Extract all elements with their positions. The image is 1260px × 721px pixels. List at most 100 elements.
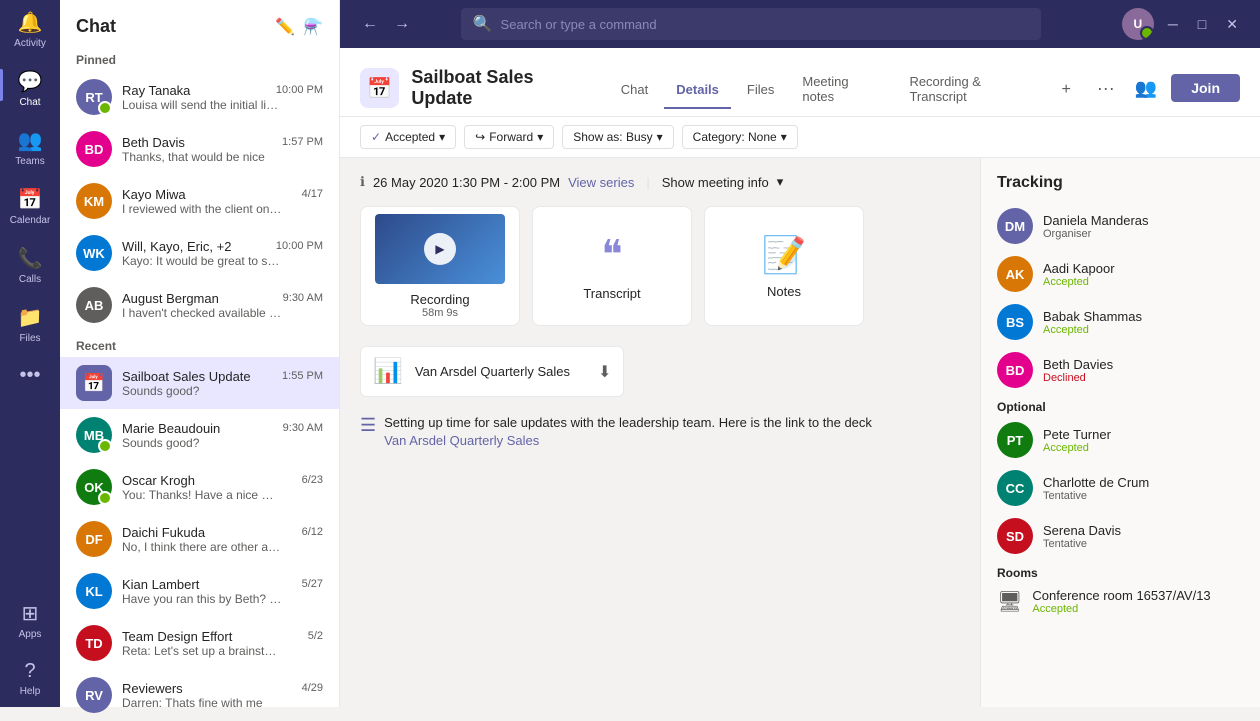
meeting-tabs: Chat Details Files Meeting notes Recordi… <box>609 64 1079 116</box>
show-as-button[interactable]: Show as: Busy ▾ <box>562 125 673 149</box>
meeting-icon: 📅 <box>360 68 399 108</box>
play-button[interactable]: ▶ <box>424 233 456 265</box>
recording-thumbnail: ▶ <box>375 214 505 284</box>
chat-preview: I haven't checked available times yet <box>122 306 282 320</box>
activity-icon: 🔔 <box>18 10 43 35</box>
tab-details[interactable]: Details <box>664 72 731 109</box>
tab-recording[interactable]: Recording & Transcript <box>897 64 1049 116</box>
sidebar-item-files[interactable]: 📁 Files <box>0 295 60 354</box>
maximize-button[interactable]: □ <box>1192 16 1212 32</box>
avatar: KL <box>76 573 112 609</box>
minimize-button[interactable]: ─ <box>1162 16 1184 32</box>
avatar: KM <box>76 183 112 219</box>
chat-item-beth-davis[interactable]: BD Beth Davis 1:57 PM Thanks, that would… <box>60 123 339 175</box>
category-label: Category: None <box>693 130 777 144</box>
sidebar-item-calendar[interactable]: 📅 Calendar <box>0 177 60 236</box>
chat-item-oscar[interactable]: OK Oscar Krogh 6/23 You: Thanks! Have a … <box>60 461 339 513</box>
chat-item-team-design[interactable]: TD Team Design Effort 5/2 Reta: Let's se… <box>60 617 339 669</box>
chat-preview: I reviewed with the client on Tuesda... <box>122 202 282 216</box>
chat-preview: Have you ran this by Beth? Make sure she… <box>122 592 282 606</box>
transcript-card[interactable]: ❝ Transcript <box>532 206 692 326</box>
sidebar-item-help[interactable]: ? Help <box>0 650 60 707</box>
user-avatar[interactable]: U <box>1122 8 1154 40</box>
attendee-status: Tentative <box>1043 490 1244 502</box>
chat-name: Reviewers <box>122 681 183 696</box>
chat-time: 4/29 <box>302 682 323 694</box>
show-meeting-info-button[interactable]: Show meeting info <box>662 175 769 190</box>
chat-item-sailboat[interactable]: 📅 Sailboat Sales Update 1:55 PM Sounds g… <box>60 357 339 409</box>
attendee-name: Daniela Manderas <box>1043 213 1244 228</box>
message-link[interactable]: Van Arsdel Quarterly Sales <box>384 433 872 448</box>
sidebar-item-chat[interactable]: 💬 Chat <box>0 59 60 118</box>
chat-item-group[interactable]: WK Will, Kayo, Eric, +2 10:00 PM Kayo: I… <box>60 227 339 279</box>
sidebar-item-apps[interactable]: ⊞ Apps <box>0 591 60 650</box>
avatar: AB <box>76 287 112 323</box>
chat-list-header: Chat ✏️ ⚗️ <box>60 0 339 45</box>
sidebar-item-teams[interactable]: 👥 Teams <box>0 118 60 177</box>
notes-card[interactable]: 📝 Notes <box>704 206 864 326</box>
accepted-label: Accepted <box>385 130 435 144</box>
forward-button[interactable]: → <box>388 10 416 38</box>
chat-time: 5/27 <box>302 578 323 590</box>
chat-item-august-bergman[interactable]: AB August Bergman 9:30 AM I haven't chec… <box>60 279 339 331</box>
nav-buttons: ← → <box>356 10 416 38</box>
sidebar: 🔔 Activity 💬 Chat 👥 Teams 📅 Calendar 📞 C… <box>0 0 60 707</box>
view-series-link[interactable]: View series <box>568 175 634 190</box>
chat-preview: No, I think there are other alternatives… <box>122 540 282 554</box>
add-tab-button[interactable]: + <box>1053 71 1078 109</box>
show-as-label: Show as: Busy <box>573 130 652 144</box>
recording-card[interactable]: ▶ Recording 58m 9s <box>360 206 520 326</box>
info-icon: ℹ <box>360 174 365 190</box>
chat-item-daichi[interactable]: DF Daichi Fukuda 6/12 No, I think there … <box>60 513 339 565</box>
tab-meeting-notes[interactable]: Meeting notes <box>790 64 893 116</box>
attendee-serena: SD Serena Davis Tentative <box>997 518 1244 554</box>
sidebar-item-activity[interactable]: 🔔 Activity <box>0 0 60 59</box>
join-button[interactable]: Join <box>1171 74 1240 102</box>
chat-item-kian[interactable]: KL Kian Lambert 5/27 Have you ran this b… <box>60 565 339 617</box>
chat-name: Daichi Fukuda <box>122 525 205 540</box>
attendee-pete: PT Pete Turner Accepted <box>997 422 1244 458</box>
tracking-title: Tracking <box>997 174 1244 192</box>
download-icon[interactable]: ⬇ <box>598 362 611 382</box>
more-options-button[interactable]: ··· <box>1091 74 1121 103</box>
chat-name: Beth Davis <box>122 135 185 150</box>
chat-time: 1:57 PM <box>282 136 323 148</box>
room-icon: 🖥 <box>997 589 1022 614</box>
close-button[interactable]: ✕ <box>1220 16 1244 33</box>
accepted-button[interactable]: ✓ Accepted ▾ <box>360 125 456 149</box>
help-icon: ? <box>24 660 35 683</box>
tab-chat[interactable]: Chat <box>609 72 660 109</box>
date-info: ℹ 26 May 2020 1:30 PM - 2:00 PM View ser… <box>360 174 960 190</box>
notes-icon: 📝 <box>762 234 807 276</box>
avatar: BD <box>76 131 112 167</box>
chat-item-marie[interactable]: MB Marie Beaudouin 9:30 AM Sounds good? <box>60 409 339 461</box>
attachment-row: 📊 Van Arsdel Quarterly Sales ⬇ <box>360 346 624 397</box>
new-chat-icon[interactable]: ✏️ <box>275 17 295 37</box>
attendee-babak: BS Babak Shammas Accepted <box>997 304 1244 340</box>
chat-item-reviewers[interactable]: RV Reviewers 4/29 Darren: Thats fine wit… <box>60 669 339 721</box>
avatar: AK <box>997 256 1033 292</box>
chat-item-ray-tanaka[interactable]: RT Ray Tanaka 10:00 PM Louisa will send … <box>60 71 339 123</box>
chat-name: Team Design Effort <box>122 629 232 644</box>
tab-files[interactable]: Files <box>735 72 786 109</box>
search-input[interactable] <box>501 17 1029 32</box>
chat-icon: 💬 <box>18 69 43 94</box>
forward-button[interactable]: ↪ Forward ▾ <box>464 125 554 149</box>
chat-time: 9:30 AM <box>283 292 323 304</box>
chevron-down-icon: ▾ <box>781 130 787 144</box>
sidebar-item-more[interactable]: ••• <box>0 354 60 397</box>
people-icon[interactable]: 👥 <box>1129 74 1163 103</box>
back-button[interactable]: ← <box>356 10 384 38</box>
forward-icon: ↪ <box>475 130 485 144</box>
avatar: BD <box>997 352 1033 388</box>
chat-item-kayo-miwa[interactable]: KM Kayo Miwa 4/17 I reviewed with the cl… <box>60 175 339 227</box>
apps-icon: ⊞ <box>22 601 39 626</box>
chat-list-panel: Chat ✏️ ⚗️ Pinned RT Ray Tanaka 10:00 PM… <box>60 0 340 707</box>
avatar: OK <box>76 469 112 505</box>
top-right: U ─ □ ✕ <box>1122 8 1244 40</box>
sidebar-item-calls[interactable]: 📞 Calls <box>0 236 60 295</box>
category-button[interactable]: Category: None ▾ <box>682 125 798 149</box>
message-icon: ☰ <box>360 415 376 436</box>
filter-icon[interactable]: ⚗️ <box>303 17 323 37</box>
meeting-actions: ··· 👥 Join <box>1091 74 1240 103</box>
